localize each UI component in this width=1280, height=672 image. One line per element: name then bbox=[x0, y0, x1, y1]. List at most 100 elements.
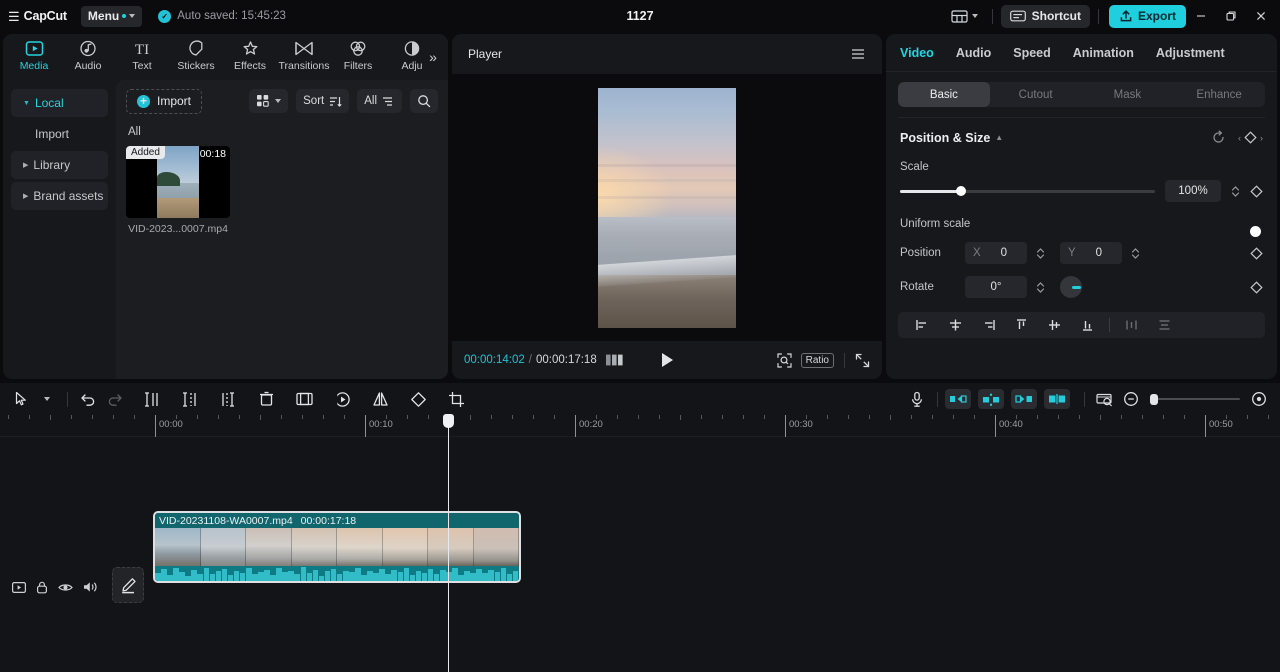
rotate-stepper[interactable] bbox=[1036, 281, 1045, 294]
search-button[interactable] bbox=[410, 89, 438, 113]
tab-filters[interactable]: Filters bbox=[331, 34, 385, 72]
trim-right-button[interactable] bbox=[215, 386, 241, 412]
segment-basic[interactable]: Basic bbox=[898, 82, 990, 107]
align-center-vertical-icon[interactable] bbox=[1038, 312, 1071, 338]
tab-audio[interactable]: Audio bbox=[61, 34, 115, 72]
segment-enhance[interactable]: Enhance bbox=[1173, 82, 1265, 107]
edit-track-button[interactable] bbox=[112, 567, 144, 603]
scale-slider-knob[interactable] bbox=[956, 186, 967, 196]
align-right-icon[interactable] bbox=[972, 312, 1005, 338]
undo-button[interactable] bbox=[75, 386, 101, 412]
timeline-zoom-knob[interactable] bbox=[1150, 394, 1158, 405]
mirror-button[interactable] bbox=[367, 386, 393, 412]
keyframe-button[interactable]: ‹ › bbox=[1238, 131, 1263, 144]
position-x-stepper[interactable] bbox=[1036, 247, 1045, 260]
tab-transitions[interactable]: Transitions bbox=[277, 34, 331, 72]
sort-button[interactable]: Sort bbox=[296, 89, 350, 113]
position-y-input[interactable]: Y 0 bbox=[1060, 242, 1122, 264]
rotate-dial[interactable] bbox=[1060, 276, 1082, 298]
tab-effects[interactable]: Effects bbox=[223, 34, 277, 72]
shortcut-button[interactable]: Shortcut bbox=[1000, 4, 1090, 28]
minimize-button[interactable] bbox=[1186, 0, 1216, 32]
maximize-button[interactable] bbox=[1216, 0, 1246, 32]
eye-icon[interactable] bbox=[58, 582, 73, 593]
filter-button[interactable]: All bbox=[357, 89, 402, 113]
scale-keyframe-button[interactable] bbox=[1250, 184, 1263, 198]
clip-right-button[interactable] bbox=[1011, 389, 1037, 409]
player-menu-button[interactable] bbox=[850, 48, 866, 60]
align-left-icon[interactable] bbox=[906, 312, 939, 338]
timeline-ruler[interactable]: 00:00 00:10 00:20 00:30 00:40 00:50 bbox=[0, 415, 1280, 437]
align-bottom-icon[interactable] bbox=[1071, 312, 1104, 338]
timeline-playhead[interactable] bbox=[443, 414, 454, 672]
video-preview[interactable] bbox=[598, 87, 736, 328]
rotate-button[interactable] bbox=[405, 386, 431, 412]
align-center-horizontal-icon[interactable] bbox=[939, 312, 972, 338]
crop-frame-button[interactable] bbox=[291, 386, 317, 412]
position-y-value: 0 bbox=[1095, 247, 1102, 259]
sidebar-item-brand-assets[interactable]: ▶ Brand assets bbox=[11, 182, 108, 210]
trim-left-button[interactable] bbox=[177, 386, 203, 412]
reset-button[interactable] bbox=[1211, 130, 1226, 145]
ratio-button[interactable]: Ratio bbox=[800, 352, 834, 368]
scale-slider-track[interactable] bbox=[900, 186, 1155, 196]
sidebar-item-local[interactable]: ▼ Local bbox=[11, 89, 108, 117]
rotate-keyframe-button[interactable] bbox=[1250, 280, 1263, 294]
magnify-button[interactable] bbox=[777, 352, 792, 368]
menu-button[interactable]: Menu bbox=[80, 5, 143, 27]
export-button[interactable]: Export bbox=[1108, 4, 1186, 28]
fullscreen-button[interactable] bbox=[855, 353, 870, 368]
scale-value-input[interactable]: 100% bbox=[1165, 180, 1221, 202]
zoom-out-button[interactable] bbox=[1118, 386, 1144, 412]
position-x-input[interactable]: X 0 bbox=[965, 242, 1027, 264]
playhead-handle[interactable] bbox=[443, 414, 454, 428]
tab-video[interactable]: Video bbox=[900, 46, 934, 60]
segment-mask[interactable]: Mask bbox=[1082, 82, 1174, 107]
clip-left-button[interactable] bbox=[945, 389, 971, 409]
close-button[interactable] bbox=[1246, 0, 1276, 32]
lock-icon[interactable] bbox=[36, 581, 48, 594]
tab-stickers[interactable]: Stickers bbox=[169, 34, 223, 72]
crop-button[interactable] bbox=[443, 386, 469, 412]
scale-stepper[interactable] bbox=[1231, 185, 1240, 198]
position-keyframe-button[interactable] bbox=[1250, 246, 1263, 260]
tab-speed[interactable]: Speed bbox=[1013, 46, 1051, 60]
position-y-stepper[interactable] bbox=[1131, 247, 1140, 260]
tab-animation[interactable]: Animation bbox=[1073, 46, 1134, 60]
speed-button[interactable] bbox=[329, 386, 355, 412]
split-button[interactable] bbox=[139, 386, 165, 412]
zoom-in-button[interactable] bbox=[1246, 386, 1272, 412]
media-item[interactable]: Added 00:18 VID-2023...0007.mp4 bbox=[126, 146, 230, 235]
sidebar-item-import[interactable]: Import bbox=[11, 120, 108, 148]
tab-media[interactable]: Media bbox=[7, 34, 61, 72]
tab-text[interactable]: TI Text bbox=[115, 34, 169, 72]
timeline-clip[interactable]: VID-20231108-WA0007.mp4 00:00:17:18 bbox=[153, 511, 521, 583]
tab-adjustment[interactable]: Adjustment bbox=[1156, 46, 1225, 60]
tool-dropdown-button[interactable] bbox=[34, 386, 60, 412]
delete-button[interactable] bbox=[253, 386, 279, 412]
redo-button[interactable] bbox=[101, 386, 127, 412]
media-thumbnail[interactable]: Added 00:18 bbox=[126, 146, 230, 218]
chevron-right-double-icon[interactable]: » bbox=[422, 46, 444, 68]
import-button[interactable]: + Import bbox=[126, 88, 203, 114]
play-button[interactable] bbox=[661, 353, 673, 367]
rotate-input[interactable]: 0° bbox=[965, 276, 1027, 298]
select-tool-button[interactable] bbox=[8, 386, 34, 412]
collapse-icon[interactable]: ▲ bbox=[995, 133, 1003, 142]
clip-expand-button[interactable] bbox=[978, 389, 1004, 409]
sidebar-item-library[interactable]: ▶ Library bbox=[11, 151, 108, 179]
layout-button[interactable] bbox=[945, 6, 984, 26]
speaker-icon[interactable] bbox=[83, 581, 98, 593]
thumbnail-button[interactable] bbox=[1092, 386, 1118, 412]
distribute-vertical-icon[interactable] bbox=[1148, 312, 1181, 338]
microphone-button[interactable] bbox=[904, 386, 930, 412]
video-track-icon[interactable] bbox=[12, 581, 26, 593]
timeline-zoom-slider[interactable] bbox=[1150, 394, 1240, 405]
distribute-horizontal-icon[interactable] bbox=[1115, 312, 1148, 338]
grid-view-button[interactable] bbox=[249, 89, 289, 113]
segment-cutout[interactable]: Cutout bbox=[990, 82, 1082, 107]
clip-split-button[interactable] bbox=[1044, 389, 1070, 409]
frames-button[interactable] bbox=[605, 354, 623, 366]
tab-audio[interactable]: Audio bbox=[956, 46, 991, 60]
align-top-icon[interactable] bbox=[1005, 312, 1038, 338]
